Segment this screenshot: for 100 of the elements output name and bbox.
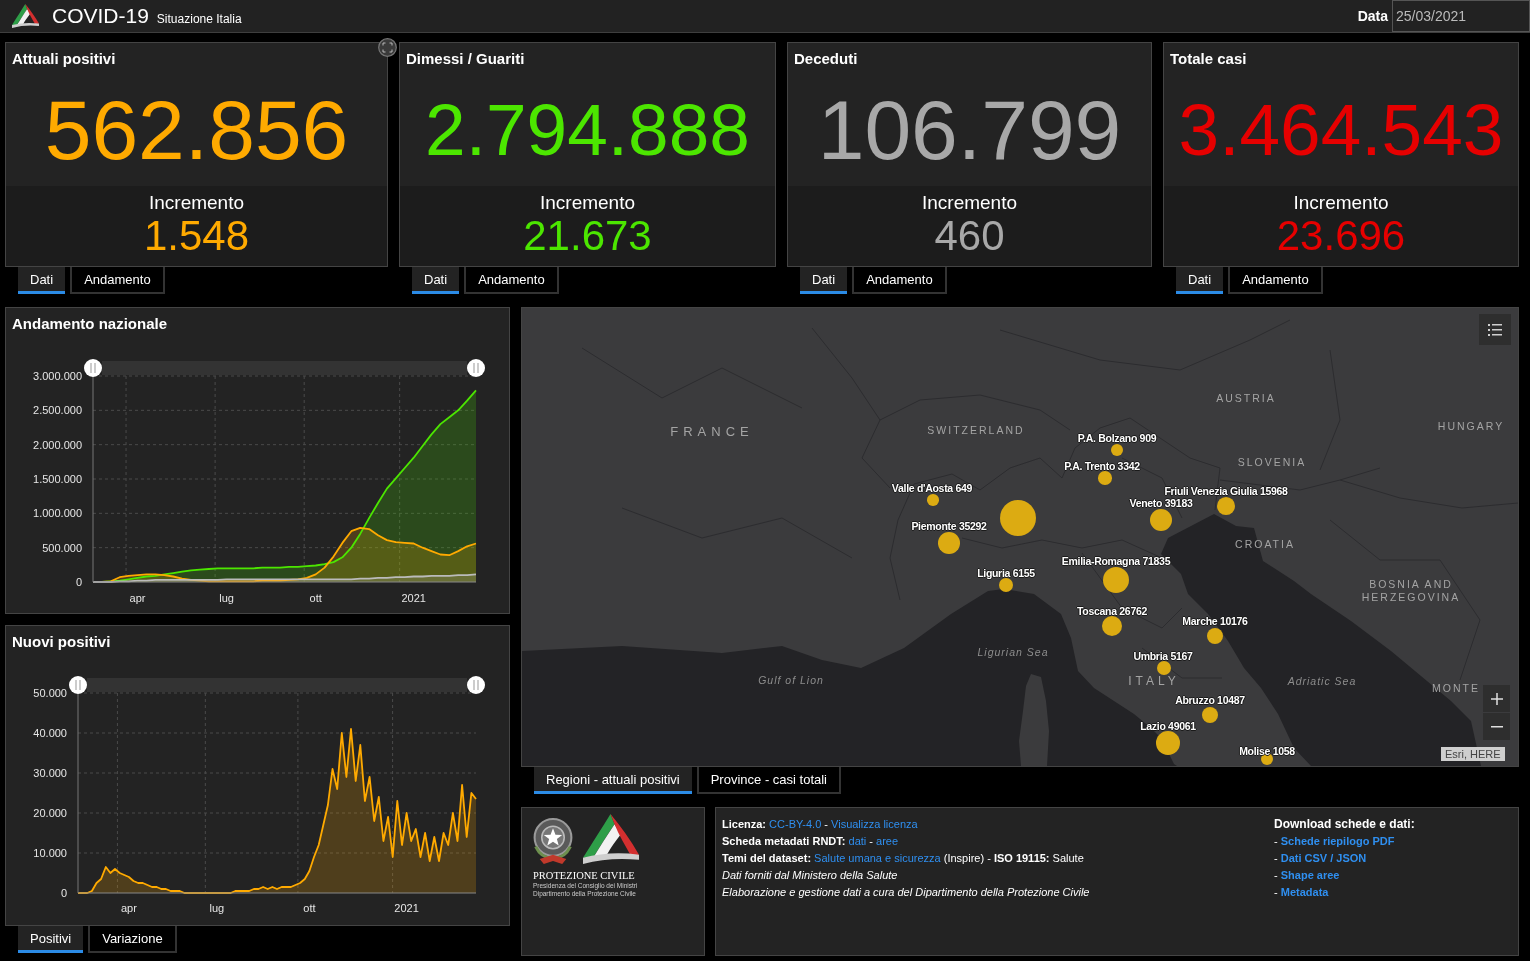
link[interactable]: Salute umana e sicurezza [814,852,941,864]
download-item: - Shape aree [1274,868,1340,883]
axis-label: 2021 [401,592,426,604]
stat-value: 2.794.888 [425,93,750,166]
map-attribution: Esri, HERE [1441,747,1505,761]
region-label: Emilia-Romagna 71835 [1061,555,1171,567]
link[interactable]: dati [848,835,867,847]
app-subtitle: Situazione Italia [156,12,242,26]
sea-label: Adriatic Sea [1287,674,1357,688]
link[interactable]: Dati CSV / JSON [1280,852,1367,864]
star-emblem-icon [533,818,573,864]
date-field[interactable]: 25/03/2021 [1392,0,1530,32]
card-title: Deceduti [794,50,858,68]
tab[interactable]: Variazione [88,926,177,953]
increment-label: Incremento [148,192,244,214]
tab[interactable]: Dati [1176,267,1224,294]
link[interactable]: Metadata [1280,886,1329,898]
increment-value: 1.548 [143,214,250,258]
card-title: Attuali positivi [12,50,116,68]
axis-label: 30.000 [33,767,67,779]
tab[interactable]: Regioni - attuali positivi [534,767,692,794]
date-label: Data [1357,8,1388,24]
axis-label: 2.500.000 [33,404,82,417]
zoom-out-button[interactable] [1483,713,1510,740]
country-label: ITALY [1128,674,1180,688]
sea-label: Ligurian Sea [977,645,1049,659]
app-title: COVID-19 [52,4,149,28]
region-label: Lazio 49061 [1140,720,1196,732]
axis-label: ott [309,592,322,604]
download-item: - Metadata [1274,885,1329,900]
stat-value: 3.464.543 [1178,93,1504,166]
increment-value: 23.696 [1276,214,1406,258]
axis-label: 0 [60,887,67,899]
tab[interactable]: Positivi [18,926,84,953]
country-label: SLOVENIA [1237,455,1307,469]
axis-label: 40.000 [33,727,67,739]
region-label: Liguria 6155 [977,567,1035,579]
info-line: Dati forniti dal Ministero della Salute [722,868,898,883]
country-label: SWITZERLAND [927,423,1025,437]
minus-icon [1490,725,1503,728]
triangle-logo-icon [583,814,639,864]
axis-label: 0 [75,576,82,588]
axis-label: 10.000 [33,847,67,859]
axis-label: apr [120,902,137,914]
axis-label: 1.000.000 [33,507,82,520]
axis-label: 1.500.000 [33,473,82,485]
tab[interactable]: Andamento [1228,267,1323,294]
tab[interactable]: Andamento [852,267,947,294]
country-label: HUNGARY [1437,419,1505,433]
country-label: FRANCE [670,424,754,438]
card-title: Dimessi / Guariti [406,50,525,68]
tab[interactable]: Province - casi totali [696,767,841,794]
link[interactable]: Shape aree [1280,869,1340,881]
axis-label: 500.000 [42,541,82,554]
card-title: Totale casi [1170,50,1247,68]
link[interactable]: Visualizza licenza [831,818,918,830]
increment-value: 460 [934,214,1005,258]
tab[interactable]: Dati [412,267,460,294]
panel-title: Andamento nazionale [12,315,168,333]
download-item: - Schede riepilogo PDF [1274,834,1395,849]
axis-label: apr [129,592,146,604]
circle-marker-icon[interactable] [927,494,939,506]
download-item: - Dati CSV / JSON [1274,851,1367,866]
tab[interactable]: Andamento [464,267,559,294]
zoom-in-button[interactable] [1483,685,1510,712]
info-line: Scheda metadati RNDT: dati - aree [722,834,899,849]
increment-label: Incremento [1293,192,1389,214]
increment-label: Incremento [921,192,1017,214]
plus-icon [1490,692,1503,705]
stat-value: 106.799 [817,87,1122,172]
region-label: Veneto 39183 [1129,497,1193,509]
increment-value: 21.673 [523,214,652,258]
axis-label: 3.000.000 [33,370,82,382]
info-line: Licenza: CC-BY-4.0 - Visualizza licenza [722,817,918,832]
link[interactable]: Schede riepilogo PDF [1280,835,1395,847]
tab[interactable]: Dati [18,267,66,294]
region-label: Piemonte 35292 [911,520,987,532]
range-handle[interactable] [467,359,485,377]
expand-icon[interactable] [378,38,397,57]
org-name: PROTEZIONE CIVILE [533,870,635,882]
link[interactable]: aree [876,835,899,847]
link[interactable]: CC-BY-4.0 [769,818,822,830]
region-label: Marche 10176 [1182,615,1248,627]
range-handle[interactable] [69,676,87,694]
panel-title: Nuovi positivi [12,633,111,651]
tab[interactable]: Dati [800,267,848,294]
range-handle[interactable] [467,676,485,694]
tab[interactable]: Andamento [70,267,165,294]
region-label: Molise 1058 [1239,745,1295,757]
sea-label: Gulf of Lion [758,673,824,687]
country-label: BOSNIA AND HERZEGOVINA [1360,578,1462,604]
range-handle[interactable] [84,359,102,377]
axis-label: lug [209,902,225,914]
axis-label: 20.000 [33,807,67,819]
stat-value: 562.856 [44,87,349,172]
list-icon [1488,323,1502,336]
legend-list-button[interactable] [1479,314,1511,345]
circle-marker-icon[interactable] [1111,444,1123,456]
region-label: Umbria 5167 [1133,650,1193,662]
region-label: Abruzzo 10487 [1175,694,1245,706]
